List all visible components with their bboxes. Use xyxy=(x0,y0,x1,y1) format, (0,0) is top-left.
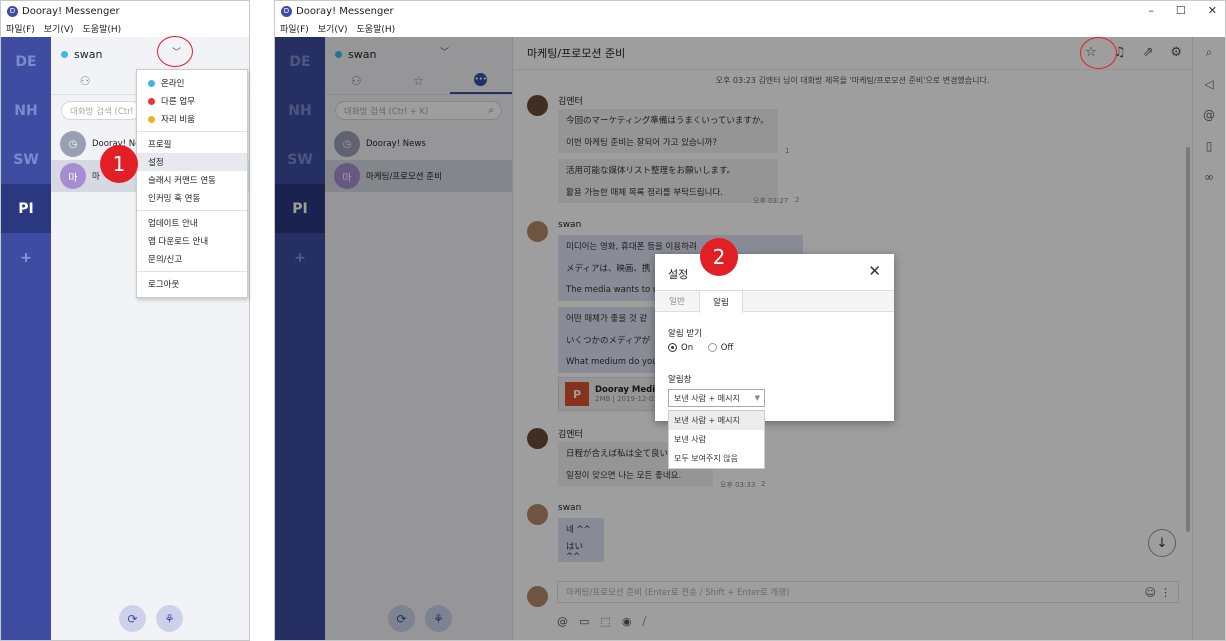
workspace-de[interactable]: DE xyxy=(1,37,51,86)
settings-dialog: 설정 ✕ 일반 알림 알림 받기 On Off 알림창 보낸 사람 + 메시지 … xyxy=(655,254,894,421)
menu-help[interactable]: 도움말(H) xyxy=(357,22,396,35)
status-menu: 온라인 다른 업무 자리 비움 프로필 설정 슬래시 커맨드 연동 인커밍 훅 … xyxy=(136,69,248,298)
status-label: 자리 비움 xyxy=(161,115,195,125)
highlight-circle-1 xyxy=(157,36,193,67)
menu-update-info[interactable]: 업데이트 안내 xyxy=(137,214,247,232)
user-name: swan xyxy=(74,48,103,61)
divider xyxy=(137,210,247,211)
divider xyxy=(137,271,247,272)
menu-file[interactable]: 파일(F) xyxy=(6,22,35,35)
radio-on-icon xyxy=(668,343,677,352)
add-workspace-button[interactable]: + xyxy=(1,233,51,282)
workspace-bar: DE NH SW PI + xyxy=(1,37,51,640)
app-title: Dooray! Messenger xyxy=(296,5,394,17)
org-chart-button[interactable]: ⚘ xyxy=(156,605,183,632)
menu-bar: 파일(F) 보기(V) 도움말(H) xyxy=(275,21,1225,36)
members-icon: ⚇ xyxy=(79,73,91,88)
user-status[interactable]: swan xyxy=(61,48,102,61)
notification-radio-group: On Off xyxy=(668,343,733,353)
status-busy[interactable]: 다른 업무 xyxy=(137,92,247,110)
divider xyxy=(137,131,247,132)
minimize-button[interactable]: – xyxy=(1148,4,1154,17)
menu-slash-command[interactable]: 슬래시 커맨드 연동 xyxy=(137,171,247,189)
tab-members[interactable]: ⚇ xyxy=(51,67,119,94)
search-input[interactable]: 대화방 검색 (Ctrl xyxy=(61,101,141,120)
menu-bar: 파일(F) 보기(V) 도움말(H) xyxy=(1,21,249,36)
title-bar: D Dooray! Messenger xyxy=(1,1,249,21)
tab-notification[interactable]: 알림 xyxy=(699,291,743,313)
window-controls: – ☐ ✕ xyxy=(1148,4,1217,17)
menu-help[interactable]: 도움말(H) xyxy=(83,22,122,35)
online-dot xyxy=(148,79,155,87)
menu-profile[interactable]: 프로필 xyxy=(137,135,247,153)
title-bar: D Dooray! Messenger xyxy=(275,1,1225,21)
news-avatar: ◷ xyxy=(60,131,86,157)
option-sender-message[interactable]: 보낸 사람 + 메시지 xyxy=(669,411,764,430)
app-title: Dooray! Messenger xyxy=(22,5,120,17)
menu-settings[interactable]: 설정 xyxy=(137,153,247,171)
workspace-nh[interactable]: NH xyxy=(1,86,51,135)
status-label: 온라인 xyxy=(161,79,185,89)
radio-off-label: Off xyxy=(720,343,734,353)
popup-style-select[interactable]: 보낸 사람 + 메시지 ▼ xyxy=(668,389,765,407)
close-icon[interactable]: ✕ xyxy=(868,262,881,280)
room-name: 마 xyxy=(92,172,100,182)
menu-inquiry[interactable]: 문의/신고 xyxy=(137,250,247,268)
radio-off-icon xyxy=(707,343,717,352)
workspace-sw[interactable]: SW xyxy=(1,135,51,184)
maximize-button[interactable]: ☐ xyxy=(1176,4,1186,17)
status-label: 다른 업무 xyxy=(161,97,195,107)
org-chart-icon: ⚘ xyxy=(164,611,175,626)
step-badge-1: 1 xyxy=(100,145,138,183)
radio-off[interactable]: Off xyxy=(707,343,734,353)
step-badge-2: 2 xyxy=(700,238,738,276)
status-dot xyxy=(61,51,68,58)
away-dot xyxy=(148,115,155,123)
option-hide-all[interactable]: 모두 보여주지 않음 xyxy=(669,449,764,468)
popup-label: 알림창 xyxy=(668,375,692,385)
highlight-circle-2 xyxy=(1080,37,1117,69)
receive-notification-label: 알림 받기 xyxy=(668,329,702,339)
tab-general[interactable]: 일반 xyxy=(655,291,699,311)
close-window-button[interactable]: ✕ xyxy=(1208,4,1217,17)
status-away[interactable]: 자리 비움 xyxy=(137,110,247,128)
select-value: 보낸 사람 + 메시지 xyxy=(674,393,740,403)
menu-logout[interactable]: 로그아웃 xyxy=(137,275,247,293)
dialog-title: 설정 xyxy=(668,268,689,281)
radio-on[interactable]: On xyxy=(668,343,693,353)
app-logo-icon: D xyxy=(281,5,292,17)
menu-app-download[interactable]: 앱 다운로드 안내 xyxy=(137,232,247,250)
radio-on-label: On xyxy=(681,343,694,353)
dialog-tabs: 일반 알림 xyxy=(655,290,894,313)
refresh-icon: ⟳ xyxy=(127,611,138,626)
menu-view[interactable]: 보기(V) xyxy=(44,22,74,35)
busy-dot xyxy=(148,97,155,105)
option-sender[interactable]: 보낸 사람 xyxy=(669,430,764,449)
app-logo-icon: D xyxy=(7,5,18,17)
status-online[interactable]: 온라인 xyxy=(137,74,247,92)
chevron-down-icon: ▼ xyxy=(754,394,760,402)
menu-view[interactable]: 보기(V) xyxy=(318,22,348,35)
refresh-button[interactable]: ⟳ xyxy=(119,605,146,632)
popup-style-options: 보낸 사람 + 메시지 보낸 사람 모두 보여주지 않음 xyxy=(668,410,765,469)
workspace-pi[interactable]: PI xyxy=(1,184,51,233)
menu-incoming-hook[interactable]: 인커밍 훅 연동 xyxy=(137,189,247,207)
menu-file[interactable]: 파일(F) xyxy=(280,22,309,35)
marketing-avatar: 마 xyxy=(60,163,86,189)
